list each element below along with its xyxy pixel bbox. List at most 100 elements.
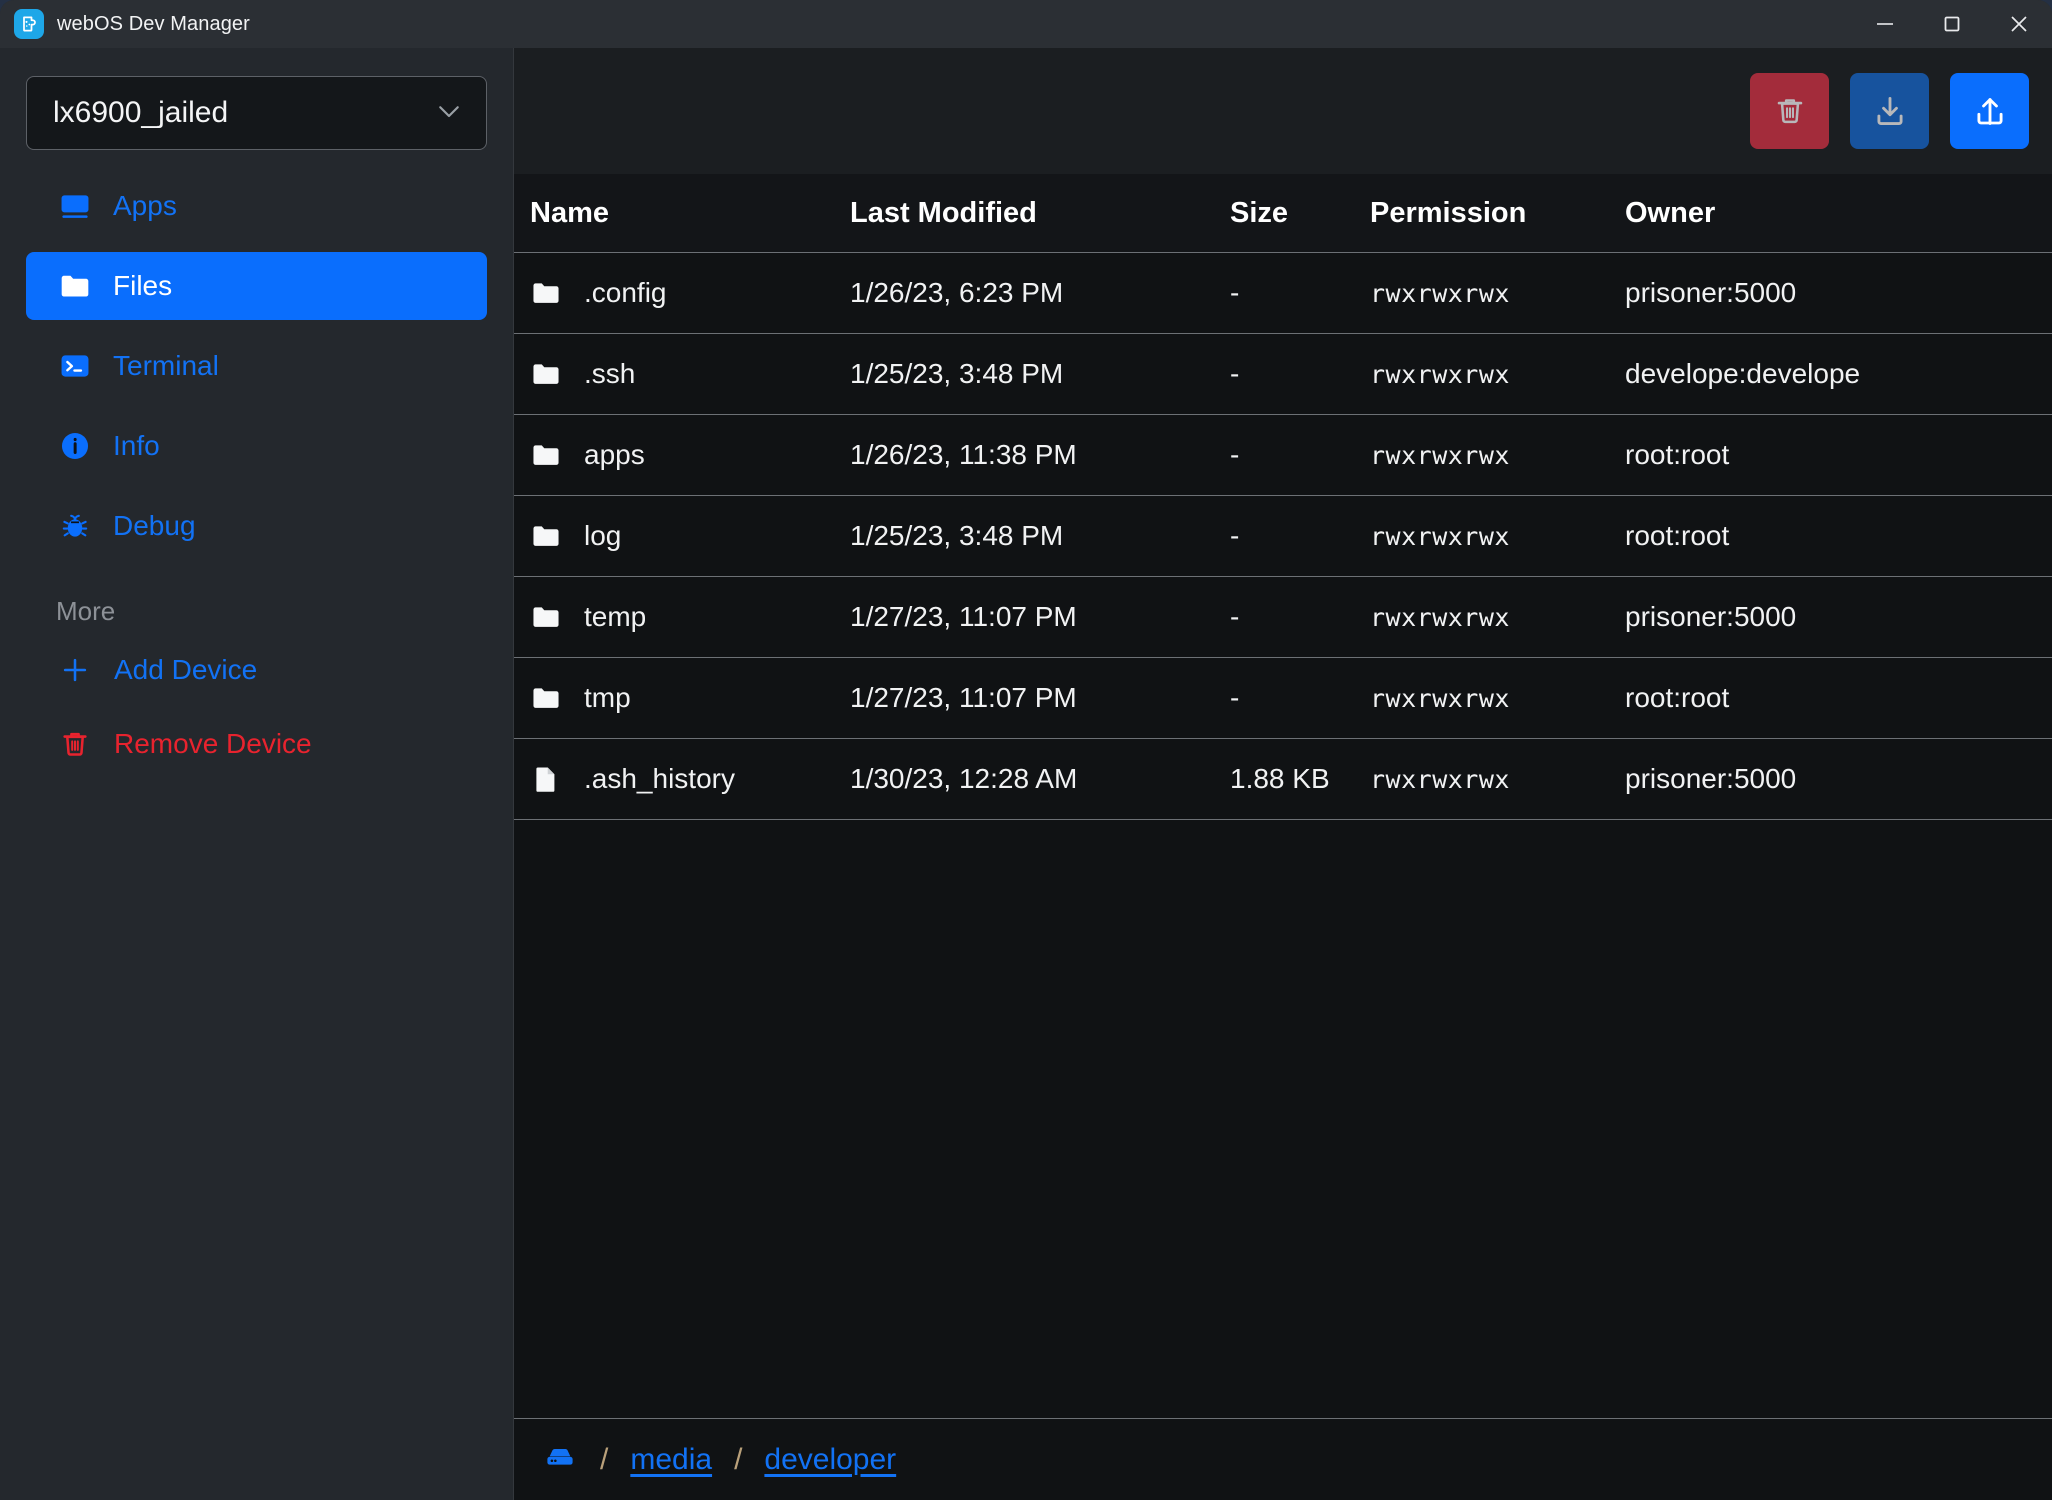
breadcrumb-separator: / <box>734 1442 743 1476</box>
file-owner: prisoner:5000 <box>1625 277 1797 308</box>
file-permission: rwxrwxrwx <box>1370 683 1510 713</box>
column-header-name[interactable]: Name <box>530 197 850 230</box>
file-permission: rwxrwxrwx <box>1370 440 1510 470</box>
monitor-icon <box>58 189 92 223</box>
table-body: .config 1/26/23, 6:23 PM - rwxrwxrwx prisone… <box>514 252 2052 819</box>
file-name: .ash_history <box>584 763 735 794</box>
folder-icon <box>530 358 562 390</box>
file-modified: 1/25/23, 3:48 PM <box>850 358 1064 389</box>
file-owner: prisoner:5000 <box>1625 763 1797 794</box>
upload-button[interactable] <box>1950 73 2029 149</box>
file-permission: rwxrwxrwx <box>1370 764 1510 794</box>
table-row[interactable]: apps 1/26/23, 11:38 PM - rwxrwxrwx root:root <box>514 414 2052 495</box>
terminal-icon <box>58 349 92 383</box>
file-modified: 1/25/23, 3:48 PM <box>850 520 1064 551</box>
file-modified: 1/30/23, 12:28 AM <box>850 763 1078 794</box>
device-select[interactable]: lx6900_jailed <box>26 76 487 150</box>
table-header: Name Last Modified Size Permission Owner <box>514 174 2052 252</box>
sidebar-item-info[interactable]: Info <box>26 412 487 480</box>
file-name: tmp <box>584 682 631 713</box>
plus-icon <box>58 653 92 687</box>
sidebar-item-label: Apps <box>113 190 177 221</box>
folder-icon <box>530 277 562 309</box>
file-modified: 1/27/23, 11:07 PM <box>850 601 1077 632</box>
delete-button[interactable] <box>1750 73 1829 149</box>
main-panel: Name Last Modified Size Permission Owner… <box>514 48 2052 1500</box>
folder-icon <box>530 601 562 633</box>
file-modified: 1/26/23, 6:23 PM <box>850 277 1064 308</box>
file-size: - <box>1230 682 1240 713</box>
table-row[interactable]: tmp 1/27/23, 11:07 PM - rwxrwxrwx root:root <box>514 657 2052 738</box>
file-size: - <box>1230 601 1240 632</box>
sidebar-item-label: Terminal <box>113 350 219 381</box>
table-row[interactable]: .ash_history 1/30/23, 12:28 AM 1.88 KB rwxr… <box>514 738 2052 819</box>
table-row[interactable]: .config 1/26/23, 6:23 PM - rwxrwxrwx prisone… <box>514 252 2052 333</box>
file-permission: rwxrwxrwx <box>1370 602 1510 632</box>
file-modified: 1/27/23, 11:07 PM <box>850 682 1077 713</box>
file-size: - <box>1230 439 1240 470</box>
file-size: - <box>1230 520 1240 551</box>
table-row[interactable]: log 1/25/23, 3:48 PM - rwxrwxrwx root:root <box>514 495 2052 576</box>
file-owner: root:root <box>1625 439 1730 470</box>
file-permission: rwxrwxrwx <box>1370 278 1510 308</box>
folder-icon <box>58 269 92 303</box>
beaker-icon <box>14 9 44 39</box>
title-bar: webOS Dev Manager <box>0 0 2052 48</box>
sidebar-item-label: Debug <box>113 510 196 541</box>
folder-icon <box>530 439 562 471</box>
sidebar-item-debug[interactable]: Debug <box>26 492 487 560</box>
sidebar-item-label: Info <box>113 430 160 461</box>
sidebar: lx6900_jailed Apps Files Terminal Info D… <box>0 48 514 1500</box>
app-window: webOS Dev Manager lx6900_jailed Apps Fil… <box>0 0 2052 1500</box>
sidebar-nav: Apps Files Terminal Info Debug <box>0 172 513 560</box>
close-button[interactable] <box>1985 0 2052 48</box>
document-icon <box>530 763 562 795</box>
column-header-owner[interactable]: Owner <box>1625 197 2052 230</box>
file-size: - <box>1230 358 1240 389</box>
file-name: log <box>584 520 622 551</box>
bug-icon <box>58 509 92 543</box>
file-name: temp <box>584 601 647 632</box>
maximize-button[interactable] <box>1918 0 1985 48</box>
column-header-permission[interactable]: Permission <box>1370 197 1625 230</box>
table-row[interactable]: .ssh 1/25/23, 3:48 PM - rwxrwxrwx develope:d… <box>514 333 2052 414</box>
file-size: - <box>1230 277 1240 308</box>
table-row[interactable]: temp 1/27/23, 11:07 PM - rwxrwxrwx prisoner:… <box>514 576 2052 657</box>
breadcrumb: / media / developer <box>514 1418 2052 1500</box>
window-controls <box>1851 0 2052 48</box>
breadcrumb-link-developer[interactable]: developer <box>764 1443 896 1477</box>
window-title: webOS Dev Manager <box>57 12 250 35</box>
sidebar-item-terminal[interactable]: Terminal <box>26 332 487 400</box>
column-header-last-modified[interactable]: Last Modified <box>850 197 1230 230</box>
table-empty-space <box>514 819 2052 1418</box>
sidebar-item-files[interactable]: Files <box>26 252 487 320</box>
device-select-value: lx6900_jailed <box>53 96 229 129</box>
remove-device-label: Remove Device <box>114 728 312 759</box>
harddrive-icon[interactable] <box>542 1439 578 1480</box>
more-section-label: More <box>56 596 116 626</box>
file-modified: 1/26/23, 11:38 PM <box>850 439 1077 470</box>
file-permission: rwxrwxrwx <box>1370 359 1510 389</box>
info-icon <box>58 429 92 463</box>
sidebar-item-apps[interactable]: Apps <box>26 172 487 240</box>
breadcrumb-link-media[interactable]: media <box>630 1443 712 1477</box>
file-owner: prisoner:5000 <box>1625 601 1797 632</box>
file-name: apps <box>584 439 645 470</box>
folder-icon <box>530 520 562 552</box>
file-owner: develope:develope <box>1625 358 1861 389</box>
chevron-down-icon <box>434 96 464 131</box>
column-header-size[interactable]: Size <box>1230 197 1370 230</box>
minimize-button[interactable] <box>1851 0 1918 48</box>
trash-icon <box>58 727 92 761</box>
breadcrumb-separator: / <box>600 1442 609 1476</box>
sidebar-item-label: Files <box>113 270 173 301</box>
file-permission: rwxrwxrwx <box>1370 521 1510 551</box>
folder-icon <box>530 682 562 714</box>
file-owner: root:root <box>1625 682 1730 713</box>
file-table: Name Last Modified Size Permission Owner… <box>514 174 2052 1418</box>
download-button[interactable] <box>1850 73 1929 149</box>
remove-device-button[interactable]: Remove Device <box>26 713 487 775</box>
file-toolbar <box>514 48 2052 174</box>
file-size: 1.88 KB <box>1230 763 1330 794</box>
add-device-button[interactable]: Add Device <box>26 639 487 701</box>
